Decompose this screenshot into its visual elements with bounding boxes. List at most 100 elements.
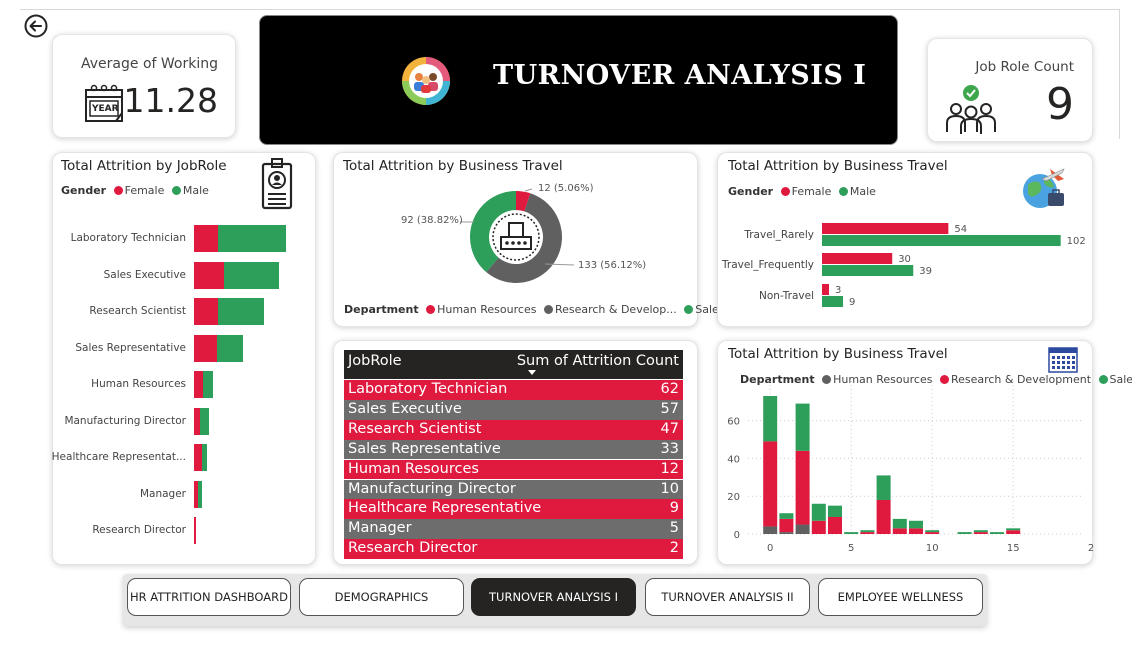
jobrole-bar-male[interactable] (201, 444, 208, 471)
column-bar-segment[interactable] (828, 516, 842, 534)
table-cell-jobrole: Laboratory Technician (348, 381, 508, 397)
column-bar-segment[interactable] (973, 532, 988, 534)
jobrole-bar-female[interactable] (194, 371, 204, 398)
jobrole-bar-male[interactable] (199, 407, 210, 435)
column-bar-segment[interactable] (779, 513, 794, 519)
column-bar-segment[interactable] (795, 524, 810, 534)
jobrole-bar-male[interactable] (216, 334, 243, 362)
jobrole-bar-male[interactable] (218, 225, 287, 252)
column-bar-segment[interactable] (892, 528, 907, 534)
top-frame-line (20, 9, 1120, 10)
column-bar-segment[interactable] (763, 526, 778, 534)
travel-bar-female[interactable] (822, 223, 949, 234)
table-row[interactable]: Manufacturing Director 10 (344, 479, 683, 500)
kpi-job-role-count-value: 9 (1046, 79, 1074, 130)
jobrole-bar-female[interactable] (194, 444, 202, 471)
column-bar-segment[interactable] (925, 532, 940, 534)
jobrole-bar-female[interactable] (194, 261, 225, 289)
jobrole-bar-female[interactable] (194, 298, 219, 325)
table-cell-jobrole: Sales Representative (348, 440, 501, 457)
nav-turnover-analysis-2[interactable]: TURNOVER ANALYSIS II (645, 578, 810, 616)
table-cell-count: 5 (669, 520, 679, 537)
back-arrow-icon[interactable] (24, 14, 48, 38)
y-tick-label: 60 (727, 417, 740, 428)
travel-bar-male[interactable] (822, 235, 1061, 246)
attrition-donut-card: Total Attrition by Business Travel 12 (5… (333, 152, 725, 327)
y-tick-label: 20 (727, 492, 740, 503)
nav-demographics[interactable]: DEMOGRAPHICS (299, 578, 464, 616)
jobrole-bar-male[interactable] (224, 261, 279, 289)
table-cell-jobrole: Human Resources (348, 460, 479, 477)
column-bar-segment[interactable] (795, 403, 810, 451)
travel-value-female: 30 (898, 254, 911, 265)
column-bar-segment[interactable] (876, 475, 891, 500)
column-bar-segment[interactable] (973, 530, 988, 533)
column-bar-segment[interactable] (957, 532, 972, 534)
column-bar-segment[interactable] (876, 499, 891, 534)
jobrole-label: Healthcare Representat... (51, 451, 186, 463)
table-header[interactable]: JobRole Sum of Attrition Count (344, 350, 683, 379)
table-cell-jobrole: Research Scientist (348, 420, 482, 437)
attrition-travel-gender-card: Total Attrition by Business Travel Gende… (717, 152, 1093, 327)
column-bar-segment[interactable] (860, 530, 875, 533)
table-cell-count: 2 (669, 540, 679, 557)
column-bar-segment[interactable] (925, 530, 940, 533)
jobrole-bar-male[interactable] (218, 298, 264, 325)
jobrole-bars: Laboratory Technician Sales Executive Rese… (51, 153, 317, 566)
column-bar-segment[interactable] (828, 505, 842, 517)
column-bar-segment[interactable] (779, 532, 794, 534)
travel-bar-female[interactable] (822, 284, 830, 295)
table-cell-count: 47 (660, 420, 679, 437)
travel-bar-male[interactable] (822, 296, 844, 307)
x-tick-label: 0 (767, 543, 773, 554)
table-row[interactable]: Laboratory Technician 62 (344, 380, 683, 400)
table-row[interactable]: Manager 5 (344, 519, 683, 540)
column-bar-segment[interactable] (990, 532, 1004, 534)
table-row[interactable]: Sales Executive 57 (344, 399, 683, 420)
travel-bar-female[interactable] (822, 253, 893, 264)
table-cell-jobrole: Manufacturing Director (348, 480, 516, 497)
kpi-average-working-value: 11.28 (123, 81, 218, 120)
column-legend-sales: Sales (1109, 373, 1132, 386)
column-bar-segment[interactable] (892, 518, 907, 529)
travel-value-male: 39 (919, 266, 932, 277)
column-bar-segment[interactable] (811, 520, 826, 534)
table-row[interactable]: Sales Representative 33 (344, 439, 683, 460)
table-row[interactable]: Research Scientist 47 (344, 419, 683, 440)
jobrole-bar-female[interactable] (194, 517, 196, 544)
column-bar-segment[interactable] (795, 450, 810, 525)
column-bar-segment[interactable] (811, 503, 826, 521)
travel-bar-male[interactable] (822, 265, 914, 276)
table-cell-count: 9 (669, 500, 679, 517)
x-tick-label: 20 (1088, 543, 1094, 554)
sort-descending-icon[interactable] (528, 370, 536, 375)
jobrole-bar-female[interactable] (194, 225, 219, 252)
column-bar-segment[interactable] (1006, 528, 1021, 531)
column-bar-segment[interactable] (763, 396, 778, 442)
nav-hr-attrition-dashboard[interactable]: HR ATTRITION DASHBOARD (127, 578, 291, 616)
travel-label: Travel_Rarely (743, 229, 814, 241)
column-bar-segment[interactable] (909, 528, 923, 534)
jobrole-label: Human Resources (91, 378, 186, 390)
attrition-table: JobRole Sum of Attrition Count Laborator… (344, 350, 683, 560)
column-bar-segment[interactable] (763, 441, 778, 527)
column-bar-segment[interactable] (860, 532, 875, 534)
nav-employee-wellness[interactable]: EMPLOYEE WELLNESS (818, 578, 983, 616)
column-bar-segment[interactable] (844, 532, 859, 534)
column-bar-segment[interactable] (909, 520, 923, 529)
column-bar-segment[interactable] (779, 518, 794, 533)
table-row[interactable]: Human Resources 12 (344, 459, 683, 480)
table-cell-count: 57 (660, 400, 679, 417)
jobrole-bar-male[interactable] (197, 480, 202, 508)
table-header-sum[interactable]: Sum of Attrition Count (517, 353, 679, 369)
jobrole-label: Manufacturing Director (64, 414, 186, 427)
table-header-jobrole[interactable]: JobRole (348, 353, 402, 369)
column-bar-segment[interactable] (1006, 530, 1021, 534)
travel-value-male: 9 (849, 297, 855, 308)
jobrole-bar-male[interactable] (203, 371, 213, 398)
jobrole-bar-female[interactable] (194, 334, 217, 362)
donut-legend-rnd: Research & Develop... (554, 303, 677, 316)
table-row[interactable]: Healthcare Representative 9 (344, 499, 683, 520)
nav-turnover-analysis-1[interactable]: TURNOVER ANALYSIS I (471, 578, 636, 616)
table-row[interactable]: Research Director 2 (344, 539, 683, 559)
